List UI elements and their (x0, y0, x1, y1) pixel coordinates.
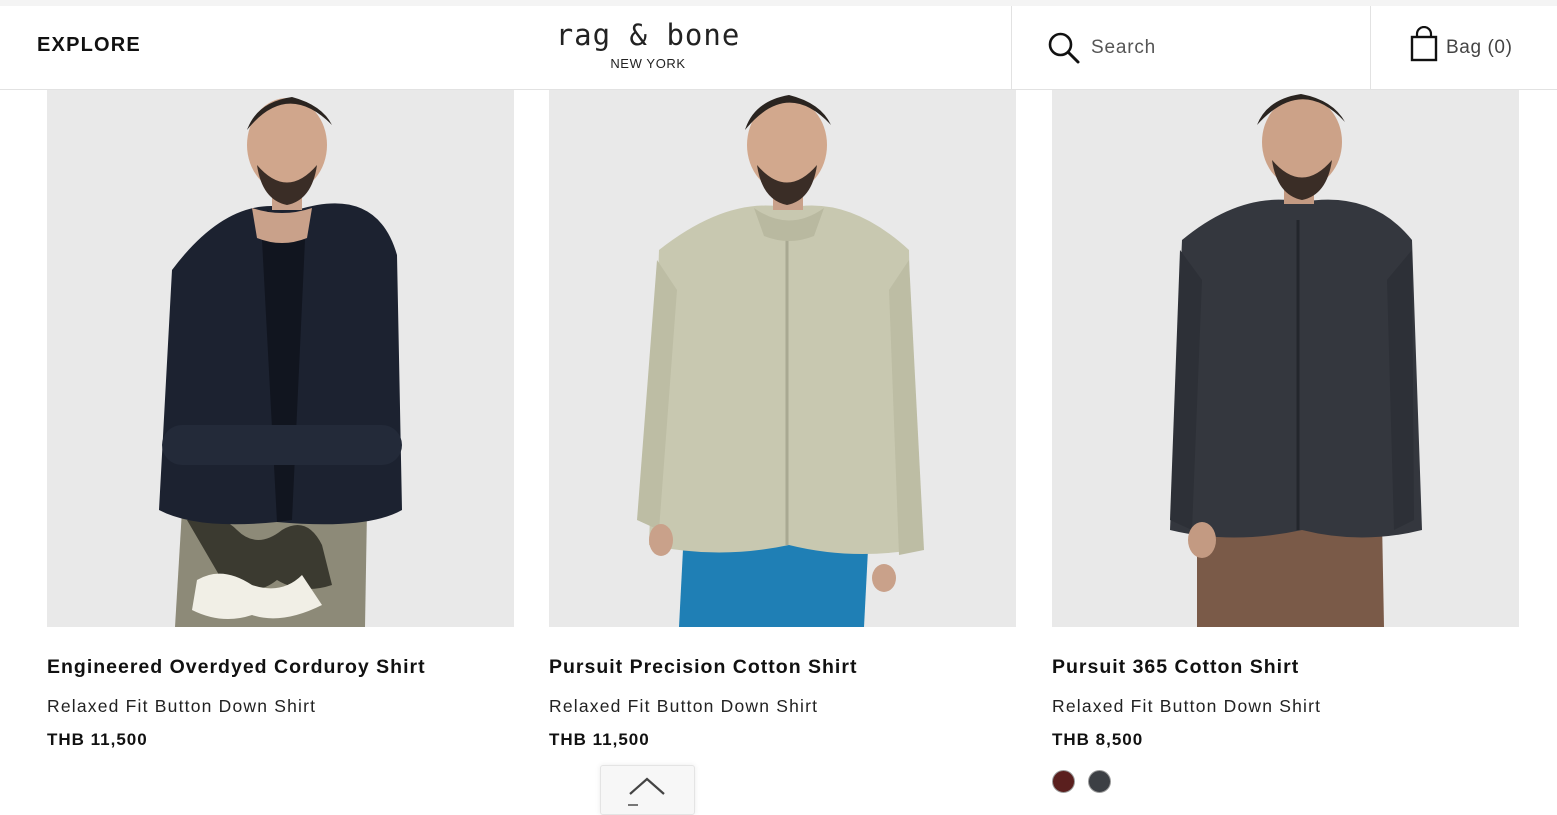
bag-label: Bag (0) (1446, 37, 1513, 58)
logo-wordmark: rag & bone (555, 18, 741, 52)
explore-menu-button[interactable]: EXPLORE (37, 34, 141, 57)
search-placeholder: Search (1091, 37, 1157, 58)
product-image[interactable] (549, 90, 1016, 627)
product-price: THB 11,500 (549, 730, 650, 749)
product-card[interactable]: Pursuit Precision Cotton Shirt Relaxed F… (549, 90, 1016, 749)
search-field[interactable]: Search (1011, 6, 1371, 90)
shopping-bag-icon (1410, 26, 1438, 62)
brand-logo[interactable]: rag & bone NEW YORK (540, 18, 756, 71)
product-image[interactable] (1052, 90, 1519, 627)
product-name[interactable]: Pursuit 365 Cotton Shirt (1052, 656, 1299, 679)
model-navy-corduroy-shirt-image (47, 90, 514, 627)
logo-subtitle: NEW YORK (610, 56, 686, 71)
product-card[interactable]: Pursuit 365 Cotton Shirt Relaxed Fit But… (1052, 90, 1519, 793)
back-to-top-label-fragment (628, 804, 638, 806)
product-image[interactable] (47, 90, 514, 627)
product-name[interactable]: Engineered Overdyed Corduroy Shirt (47, 656, 426, 679)
model-sage-shirt-image (549, 90, 1016, 627)
search-icon (1048, 32, 1080, 64)
color-swatch-charcoal[interactable] (1088, 770, 1111, 793)
product-card[interactable]: Engineered Overdyed Corduroy Shirt Relax… (47, 90, 514, 749)
back-to-top-button[interactable] (600, 765, 695, 815)
product-price: THB 11,500 (47, 730, 148, 749)
product-name[interactable]: Pursuit Precision Cotton Shirt (549, 656, 857, 679)
chevron-up-icon (629, 777, 665, 795)
product-grid: Engineered Overdyed Corduroy Shirt Relax… (0, 90, 1557, 807)
site-header: EXPLORE rag & bone NEW YORK Search Bag (… (0, 6, 1557, 90)
product-price: THB 8,500 (1052, 730, 1144, 749)
product-subtitle: Relaxed Fit Button Down Shirt (1052, 696, 1322, 716)
color-swatch-burgundy[interactable] (1052, 770, 1075, 793)
product-subtitle: Relaxed Fit Button Down Shirt (549, 696, 819, 716)
model-charcoal-shirt-image (1052, 90, 1519, 627)
product-subtitle: Relaxed Fit Button Down Shirt (47, 696, 317, 716)
